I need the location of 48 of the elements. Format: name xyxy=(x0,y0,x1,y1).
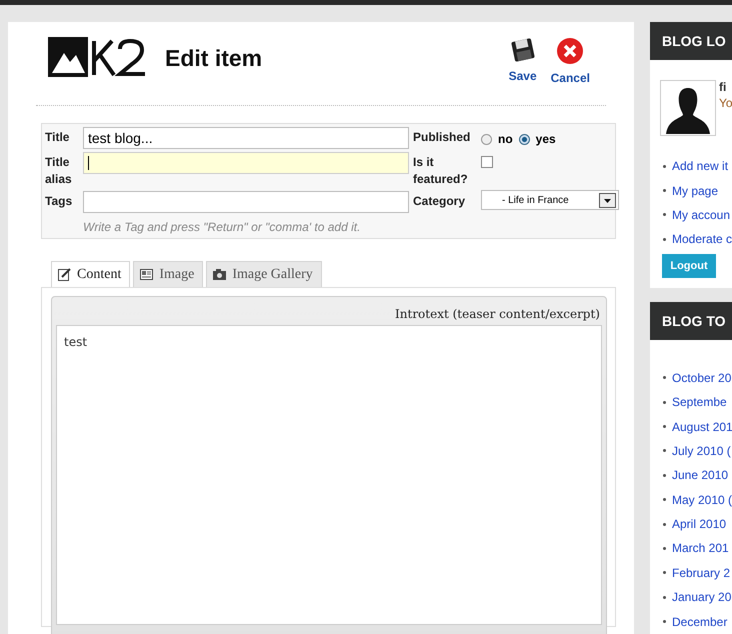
introtext-editor[interactable]: test xyxy=(56,325,602,625)
archive-link[interactable]: December xyxy=(672,614,728,629)
archive-link[interactable]: July 2010 ( xyxy=(672,444,731,458)
field-label: Is it featured? xyxy=(413,154,469,188)
card-title: BLOG TO xyxy=(662,312,726,329)
user-name: fi xyxy=(719,80,728,94)
user-text: Yo xyxy=(719,96,732,110)
archive-link[interactable]: October 20 xyxy=(672,370,732,385)
edit-icon xyxy=(58,268,71,281)
save-button[interactable]: Save xyxy=(508,37,537,85)
image-icon xyxy=(140,269,154,280)
radio-label: no xyxy=(498,132,513,146)
tags-hint: Write a Tag and press "Return" or "comma' to add it. xyxy=(83,219,362,234)
sidebar-link[interactable]: My accoun xyxy=(672,208,730,222)
tags-field[interactable] xyxy=(83,191,409,213)
category-dropdown[interactable]: - Life in France xyxy=(481,190,619,210)
tab[interactable]: Content xyxy=(51,261,130,287)
field-label: Category xyxy=(413,193,466,210)
field-label: Tags xyxy=(45,193,74,210)
tab[interactable]: Image xyxy=(133,261,204,287)
field-label: Title xyxy=(45,129,70,146)
field-label: Title alias xyxy=(45,154,73,188)
camera-icon xyxy=(213,269,226,280)
archive-link[interactable]: March 201 xyxy=(672,541,729,556)
archive-link[interactable]: April 2010 xyxy=(672,517,726,532)
close-icon xyxy=(556,37,584,65)
radio-button[interactable] xyxy=(518,134,530,144)
archive-link[interactable]: Septembe xyxy=(672,395,727,410)
archive-link[interactable]: August 201 xyxy=(672,420,732,434)
radio-label: yes xyxy=(536,132,556,146)
page-title: Edit item xyxy=(165,45,262,72)
field-label: Published xyxy=(413,129,472,146)
tab[interactable]: Image Gallery xyxy=(206,261,322,287)
editor-label: Introtext (teaser content/excerpt) xyxy=(395,307,600,321)
cancel-button[interactable]: Cancel xyxy=(550,37,590,85)
sidebar-link[interactable]: My page xyxy=(672,184,718,198)
avatar-silhouette-icon xyxy=(660,80,716,136)
card-title: BLOG LO xyxy=(662,33,726,49)
sidebar-link[interactable]: Moderate c xyxy=(672,232,732,246)
archive-link[interactable]: February 2 xyxy=(672,566,730,580)
title-field[interactable]: test blog... xyxy=(83,127,409,149)
archive-link[interactable]: January 20 xyxy=(672,590,732,604)
alias-field[interactable] xyxy=(83,152,409,174)
radio-button[interactable] xyxy=(481,134,492,144)
archive-link[interactable]: June 2010 xyxy=(672,468,728,482)
sidebar-link[interactable]: Add new it xyxy=(672,159,728,174)
featured-checkbox[interactable] xyxy=(481,156,493,168)
archive-link[interactable]: May 2010 ( xyxy=(672,492,732,507)
